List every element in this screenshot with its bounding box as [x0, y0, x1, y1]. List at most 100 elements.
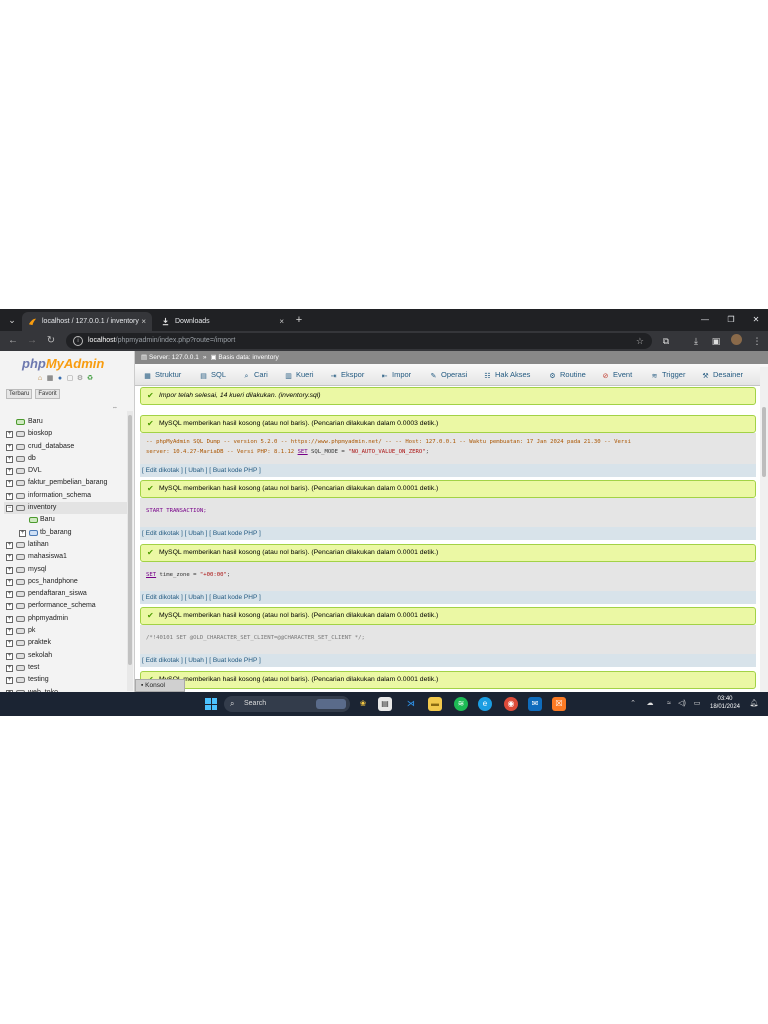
- edit-inline-link[interactable]: Edit dikotak: [146, 657, 180, 664]
- collapse-all-icon[interactable]: ⇔: [112, 405, 118, 411]
- system-clock[interactable]: 03:40 18/01/2024: [704, 695, 746, 711]
- sidebar-item-db[interactable]: + db: [4, 453, 127, 465]
- taskbar-search[interactable]: ⌕ Search: [224, 696, 350, 712]
- tab-cari[interactable]: ⌕ Cari: [242, 364, 268, 386]
- home-icon[interactable]: ⌂: [36, 375, 44, 383]
- edge-icon[interactable]: e: [478, 697, 492, 711]
- create-php-code-link[interactable]: Buat kode PHP: [213, 530, 257, 537]
- tab-operasi[interactable]: ✎ Operasi: [429, 364, 468, 386]
- tab-trigger[interactable]: ≋ Trigger: [650, 364, 686, 386]
- sidebar-scrollbar[interactable]: [127, 411, 133, 691]
- tab-sql[interactable]: ▤ SQL: [199, 364, 226, 386]
- breadcrumb-server[interactable]: Server: 127.0.0.1: [149, 354, 199, 361]
- sidebar-item-test[interactable]: + test: [4, 662, 127, 674]
- minimize-button[interactable]: —: [695, 309, 715, 331]
- expand-icon[interactable]: +: [6, 628, 13, 636]
- sidebar-item-dvl[interactable]: + DVL: [4, 465, 127, 477]
- expand-icon[interactable]: +: [6, 455, 13, 463]
- phpmyadmin-logo[interactable]: phpMyAdmin: [22, 356, 104, 371]
- tab-ekspor[interactable]: ⇥ Ekspor: [329, 364, 365, 386]
- tab-desainer[interactable]: ⚒ Desainer: [701, 364, 743, 386]
- edit-link[interactable]: Ubah: [188, 594, 204, 601]
- tab-impor[interactable]: ⇤ Impor: [380, 364, 412, 386]
- expand-icon[interactable]: +: [6, 443, 13, 451]
- widgets-icon[interactable]: ❀: [356, 697, 370, 711]
- volume-icon[interactable]: ◁): [677, 698, 687, 710]
- expand-icon[interactable]: +: [6, 480, 13, 488]
- sidebar-item-sekolah[interactable]: + sekolah: [4, 650, 127, 662]
- bookmark-star-icon[interactable]: ☆: [636, 333, 644, 349]
- windows-start-icon[interactable]: [205, 698, 217, 710]
- expand-icon[interactable]: +: [6, 578, 13, 586]
- expand-icon[interactable]: +: [6, 640, 13, 648]
- sidebar-item-faktur-pembelian-barang[interactable]: + faktur_pembelian_barang: [4, 477, 127, 489]
- close-window-button[interactable]: ✕: [746, 309, 766, 331]
- expand-icon[interactable]: +: [6, 603, 13, 611]
- url-field[interactable]: i localhost/phpmyadmin/index.php?route=/…: [66, 333, 652, 349]
- tab-struktur[interactable]: ▦ Struktur: [143, 364, 181, 386]
- expand-icon[interactable]: +: [6, 566, 13, 574]
- edit-inline-link[interactable]: Edit dikotak: [146, 467, 180, 474]
- create-php-code-link[interactable]: Buat kode PHP: [213, 467, 257, 474]
- main-scroll-thumb[interactable]: [762, 407, 766, 477]
- sidebar-item-latihan[interactable]: + latihan: [4, 539, 127, 551]
- expand-icon[interactable]: +: [6, 468, 13, 476]
- downloads-icon[interactable]: ⤓: [689, 334, 703, 348]
- tab-phpmyadmin[interactable]: localhost / 127.0.0.1 / inventory ×: [22, 312, 152, 331]
- expand-icon[interactable]: +: [6, 664, 13, 672]
- reload-nav-icon[interactable]: ♻: [86, 375, 94, 383]
- sidebar-item-phpmyadmin[interactable]: + phpmyadmin: [4, 613, 127, 625]
- forward-icon[interactable]: →: [25, 334, 39, 348]
- sidebar-item-baru[interactable]: Baru: [4, 514, 127, 526]
- vscode-icon[interactable]: ⋊: [404, 697, 418, 711]
- expand-icon[interactable]: +: [6, 677, 13, 685]
- logout-icon[interactable]: ▦: [46, 375, 54, 383]
- tab-search-icon[interactable]: ⌄: [5, 313, 19, 327]
- edit-link[interactable]: Ubah: [188, 467, 204, 474]
- edit-link[interactable]: Ubah: [188, 530, 204, 537]
- sidebar-item-pendaftaran-siswa[interactable]: + pendaftaran_siswa: [4, 588, 127, 600]
- expand-icon[interactable]: +: [6, 652, 13, 660]
- tab-close-icon[interactable]: ×: [141, 312, 146, 331]
- edit-link[interactable]: Ubah: [188, 657, 204, 664]
- sidebar-item-tb-barang[interactable]: + tb_barang: [4, 527, 127, 539]
- notification-bell-icon[interactable]: 🔔︎: [749, 698, 759, 710]
- chrome-icon[interactable]: ◉: [504, 697, 518, 711]
- recent-tab[interactable]: Terbaru: [6, 389, 33, 399]
- tab-kueri[interactable]: ▥ Kueri: [284, 364, 313, 386]
- tab-event[interactable]: ⊘ Event: [601, 364, 633, 386]
- breadcrumb-database[interactable]: Basis data: inventory: [218, 354, 278, 361]
- spotify-icon[interactable]: ≋: [454, 697, 468, 711]
- expand-icon[interactable]: +: [6, 591, 13, 599]
- sidebar-item-baru[interactable]: Baru: [4, 416, 127, 428]
- favorite-tab[interactable]: Favorit: [35, 389, 60, 399]
- cloud-icon[interactable]: ☁: [645, 698, 655, 710]
- docs-icon[interactable]: ▢: [66, 375, 74, 383]
- sidebar-item-mahasiswa1[interactable]: + mahasiswa1: [4, 551, 127, 563]
- expand-icon[interactable]: +: [6, 492, 13, 500]
- site-info-icon[interactable]: i: [73, 336, 83, 346]
- sidebar-item-performance-schema[interactable]: + performance_schema: [4, 600, 127, 612]
- battery-icon[interactable]: ▭: [692, 698, 702, 710]
- sidebar-item-praktek[interactable]: + praktek: [4, 637, 127, 649]
- new-tab-button[interactable]: +: [292, 313, 306, 327]
- sidebar-item-pk[interactable]: + pk: [4, 625, 127, 637]
- xampp-icon[interactable]: ☒: [552, 697, 566, 711]
- show-hidden-icons[interactable]: ⌃: [628, 698, 638, 710]
- expand-icon[interactable]: +: [6, 554, 13, 562]
- create-php-code-link[interactable]: Buat kode PHP: [213, 594, 257, 601]
- main-scrollbar[interactable]: [760, 367, 768, 692]
- tab-routine[interactable]: ⚙ Routine: [548, 364, 586, 386]
- sidebar-item-testing[interactable]: + testing: [4, 674, 127, 686]
- console-toggle-button[interactable]: ▪ Konsol: [135, 679, 185, 692]
- collapse-icon[interactable]: −: [6, 505, 13, 513]
- profile-avatar-icon[interactable]: [729, 334, 743, 348]
- store-icon[interactable]: ▤: [378, 697, 392, 711]
- help-icon[interactable]: ●: [56, 375, 64, 383]
- sidebar-item-bioskop[interactable]: + bioskop: [4, 428, 127, 440]
- wifi-icon[interactable]: ≈: [664, 698, 674, 710]
- back-icon[interactable]: ←: [6, 334, 20, 348]
- sidebar-item-mysql[interactable]: + mysql: [4, 564, 127, 576]
- sidebar-scroll-thumb[interactable]: [128, 415, 132, 665]
- file-explorer-icon[interactable]: ▬: [428, 697, 442, 711]
